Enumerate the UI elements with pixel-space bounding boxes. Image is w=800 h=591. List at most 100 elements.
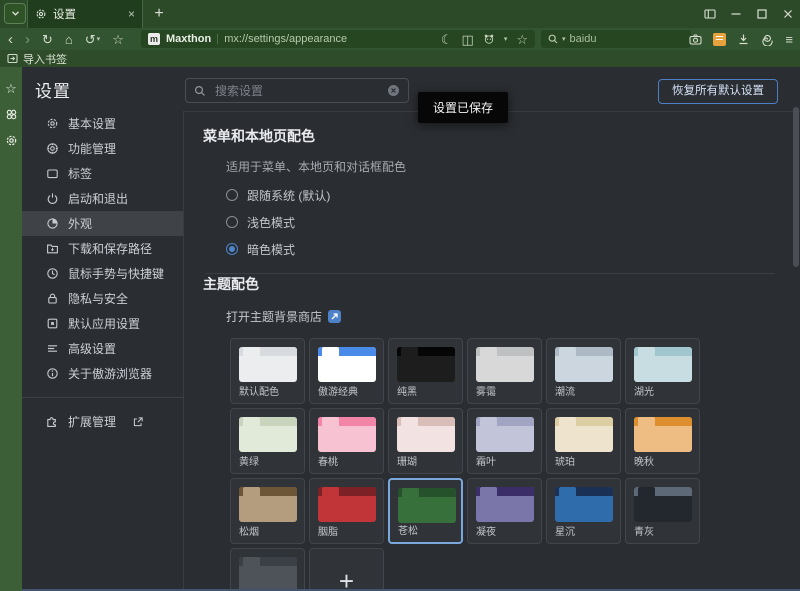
theme-label: 青灰 xyxy=(634,523,654,538)
quick-search-box[interactable]: ▾ baidu xyxy=(541,30,691,48)
close-icon[interactable] xyxy=(782,8,794,20)
screenshot-camera-icon[interactable] xyxy=(689,33,702,46)
theme-card[interactable]: 青灰 xyxy=(625,478,700,544)
theme-card[interactable]: 琥珀 xyxy=(546,408,621,474)
color-mode-option-2[interactable]: 暗色模式 xyxy=(226,242,800,256)
download-icon[interactable] xyxy=(737,33,750,46)
import-bookmarks-icon xyxy=(7,53,18,64)
panda-snap-icon[interactable] xyxy=(483,33,495,45)
rail-settings-gear-icon[interactable] xyxy=(5,134,18,147)
vbox-swirl-icon[interactable] xyxy=(761,33,774,46)
theme-card[interactable]: 潮流 xyxy=(546,338,621,404)
sidebar-item-gear[interactable]: 基本设置 xyxy=(22,111,183,136)
add-theme-button[interactable]: + xyxy=(309,548,384,591)
clear-search-icon[interactable] xyxy=(387,84,400,97)
tab-close-icon[interactable]: × xyxy=(128,8,135,20)
theme-card[interactable]: 湖光 xyxy=(625,338,700,404)
sidebar-item-clock[interactable]: 鼠标手势与快捷键 xyxy=(22,261,183,286)
restore-defaults-button[interactable]: 恢复所有默认设置 xyxy=(658,79,778,104)
theme-card[interactable]: 默认配色 xyxy=(230,338,305,404)
theme-swatch xyxy=(397,417,455,452)
theme-card[interactable]: 纯黑 xyxy=(388,338,463,404)
theme-label: 星沉 xyxy=(555,523,575,538)
radio-label: 跟随系统 (默认) xyxy=(247,187,330,204)
address-bar[interactable]: m Maxthon mx://settings/appearance ☾ ◫ ▾… xyxy=(141,30,535,48)
sidebar-item-label: 隐私与安全 xyxy=(68,290,128,307)
back-icon[interactable]: ‹ xyxy=(8,32,13,47)
theme-swatch xyxy=(398,488,456,523)
lock-icon xyxy=(46,292,59,305)
theme-swatch xyxy=(634,487,692,522)
theme-card[interactable]: 傲游经典 xyxy=(309,338,384,404)
minimize-icon[interactable] xyxy=(730,8,742,20)
maxnote-icon[interactable] xyxy=(713,33,726,46)
radio-unchecked-icon[interactable] xyxy=(226,189,238,201)
sidebar-item-tab[interactable]: 标签 xyxy=(22,161,183,186)
theme-card[interactable]: 黄绿 xyxy=(230,408,305,474)
window-controls xyxy=(704,0,794,28)
sidebar-item-label: 默认应用设置 xyxy=(68,315,140,332)
sidebar-item-label: 鼠标手势与快捷键 xyxy=(68,265,164,282)
radio-unchecked-icon[interactable] xyxy=(226,216,238,228)
theme-card[interactable]: 暗夜 xyxy=(230,548,305,591)
night-mode-icon[interactable]: ☾ xyxy=(441,33,453,46)
theme-card[interactable]: 雾霭 xyxy=(467,338,542,404)
favorite-star-icon[interactable]: ☆ xyxy=(112,33,124,46)
sidebar-item-extensions[interactable]: 扩展管理 xyxy=(22,409,183,434)
sidebar-item-sliders[interactable]: 高级设置 xyxy=(22,336,183,361)
sidebar-item-label: 下载和保存路径 xyxy=(68,240,152,257)
sidebar-item-power[interactable]: 启动和退出 xyxy=(22,186,183,211)
import-bookmarks-label[interactable]: 导入书签 xyxy=(23,51,67,67)
forward-icon[interactable]: › xyxy=(25,32,30,47)
sidebar-item-label: 启动和退出 xyxy=(68,190,128,207)
tab-title: 设置 xyxy=(53,6,122,22)
theme-card[interactable]: 星沉 xyxy=(546,478,621,544)
theme-store-link[interactable]: 打开主题背景商店 xyxy=(226,308,341,325)
settings-search-box[interactable] xyxy=(185,78,409,103)
sidebar-item-folder-download[interactable]: 下载和保存路径 xyxy=(22,236,183,261)
maximize-icon[interactable] xyxy=(756,8,768,20)
gear-icon xyxy=(46,117,59,130)
sidebar-item-label: 基本设置 xyxy=(68,115,116,132)
sidebar-item-apps[interactable]: 默认应用设置 xyxy=(22,311,183,336)
home-icon[interactable]: ⌂ xyxy=(65,33,73,46)
theme-card[interactable]: 珊瑚 xyxy=(388,408,463,474)
theme-card[interactable]: 晚秋 xyxy=(625,408,700,474)
theme-card[interactable]: 胭脂 xyxy=(309,478,384,544)
theme-label: 珊瑚 xyxy=(397,453,417,468)
external-link-icon xyxy=(328,310,341,323)
theme-card[interactable]: 苍松 xyxy=(388,478,463,544)
new-tab-button[interactable]: + xyxy=(149,4,169,24)
quick-apps-clover-icon[interactable] xyxy=(5,108,18,121)
active-tab[interactable]: 设置 × xyxy=(27,0,143,28)
theme-card[interactable]: 霜叶 xyxy=(467,408,542,474)
favorites-star-icon[interactable]: ☆ xyxy=(5,82,17,95)
theme-card[interactable]: 春桃 xyxy=(309,408,384,474)
split-view-icon[interactable]: ◫ xyxy=(462,33,474,46)
main-area: ☆ 设置 恢复所有默认设置 设置已保存 基本设置功能管理标签启动和退 xyxy=(0,67,800,591)
sidebar-item-label: 扩展管理 xyxy=(68,413,116,430)
color-scheme-description: 适用于菜单、本地页和对话框配色 xyxy=(226,158,800,175)
sidebar-item-info[interactable]: 关于傲游浏览器 xyxy=(22,361,183,386)
chevron-down-icon[interactable]: ▾ xyxy=(504,35,508,43)
color-mode-option-0[interactable]: 跟随系统 (默认) xyxy=(226,188,800,202)
sidebar-item-func[interactable]: 功能管理 xyxy=(22,136,183,161)
sidebar-item-palette[interactable]: 外观 xyxy=(22,211,183,236)
tab-list-dropdown-button[interactable] xyxy=(4,3,26,24)
collect-star-icon[interactable]: ☆ xyxy=(516,33,528,46)
theme-card[interactable]: 松烟 xyxy=(230,478,305,544)
maxthon-logo: m xyxy=(148,33,160,45)
undo-closed-tab-button[interactable]: ↺ ▾ xyxy=(85,33,100,46)
theme-card[interactable]: 凝夜 xyxy=(467,478,542,544)
theme-label: 琥珀 xyxy=(555,453,575,468)
sidebar-item-lock[interactable]: 隐私与安全 xyxy=(22,286,183,311)
layout-panel-icon[interactable] xyxy=(704,8,716,20)
brand-label: Maxthon xyxy=(166,33,211,45)
scrollbar-thumb[interactable] xyxy=(793,107,799,267)
menu-hamburger-icon[interactable]: ≡ xyxy=(785,33,793,46)
theme-label: 默认配色 xyxy=(239,383,279,398)
radio-checked-icon[interactable] xyxy=(226,243,238,255)
settings-search-input[interactable] xyxy=(213,83,380,99)
reload-icon[interactable]: ↻ xyxy=(42,33,53,46)
color-mode-option-1[interactable]: 浅色模式 xyxy=(226,215,800,229)
